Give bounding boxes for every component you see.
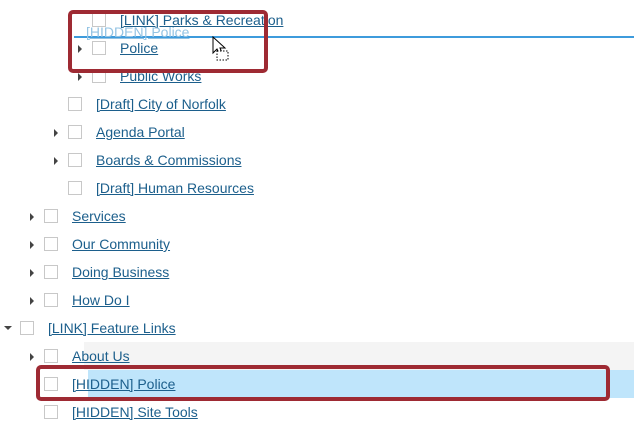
tree-row[interactable]: Boards & Commissions	[0, 146, 634, 174]
tree-row[interactable]: Agenda Portal	[0, 118, 634, 146]
row-checkbox[interactable]	[68, 125, 82, 139]
tree-item-link[interactable]: Agenda Portal	[96, 124, 185, 140]
row-checkbox[interactable]	[44, 349, 58, 363]
row-checkbox[interactable]	[44, 265, 58, 279]
row-checkbox[interactable]	[68, 97, 82, 111]
highlight-box-selected-row	[36, 365, 610, 401]
tree-row[interactable]: Doing Business	[0, 258, 634, 286]
tree-item-link[interactable]: [LINK] Feature Links	[48, 320, 176, 336]
row-checkbox[interactable]	[44, 209, 58, 223]
caret-right-icon[interactable]	[30, 269, 34, 277]
tree-item-link[interactable]: Services	[72, 208, 126, 224]
drag-cursor-icon	[212, 36, 229, 61]
tree-item-link[interactable]: How Do I	[72, 292, 130, 308]
highlight-box-drop-target	[68, 10, 268, 73]
caret-right-icon[interactable]	[30, 353, 34, 361]
caret-right-icon[interactable]	[54, 129, 58, 137]
tree-row[interactable]: How Do I	[0, 286, 634, 314]
caret-right-icon[interactable]	[30, 241, 34, 249]
tree-row[interactable]: Services	[0, 202, 634, 230]
caret-down-icon[interactable]	[4, 326, 12, 330]
caret-right-icon[interactable]	[30, 297, 34, 305]
row-checkbox[interactable]	[68, 153, 82, 167]
tree-item-link[interactable]: Boards & Commissions	[96, 152, 242, 168]
tree-item-link[interactable]: Doing Business	[72, 264, 169, 280]
tree-item-link[interactable]: [Draft] City of Norfolk	[96, 96, 226, 112]
caret-right-icon[interactable]	[54, 157, 58, 165]
row-checkbox[interactable]	[68, 181, 82, 195]
row-checkbox[interactable]	[44, 237, 58, 251]
caret-right-icon[interactable]	[78, 73, 82, 81]
tree-row[interactable]: [Draft] Human Resources	[0, 174, 634, 202]
tree-item-link[interactable]: [Draft] Human Resources	[96, 180, 254, 196]
row-checkbox[interactable]	[44, 405, 58, 419]
tree-row[interactable]: [HIDDEN] Site Tools	[0, 398, 634, 426]
tree-item-link[interactable]: About Us	[72, 348, 130, 364]
row-checkbox[interactable]	[20, 321, 34, 335]
tree-item-link[interactable]: [HIDDEN] Site Tools	[72, 404, 198, 420]
row-checkbox[interactable]	[44, 293, 58, 307]
tree-item-link[interactable]: Our Community	[72, 236, 170, 252]
tree-row[interactable]: Our Community	[0, 230, 634, 258]
tree-row[interactable]: [Draft] City of Norfolk	[0, 90, 634, 118]
tree-row[interactable]: [LINK] Feature Links	[0, 314, 634, 342]
caret-right-icon[interactable]	[30, 213, 34, 221]
